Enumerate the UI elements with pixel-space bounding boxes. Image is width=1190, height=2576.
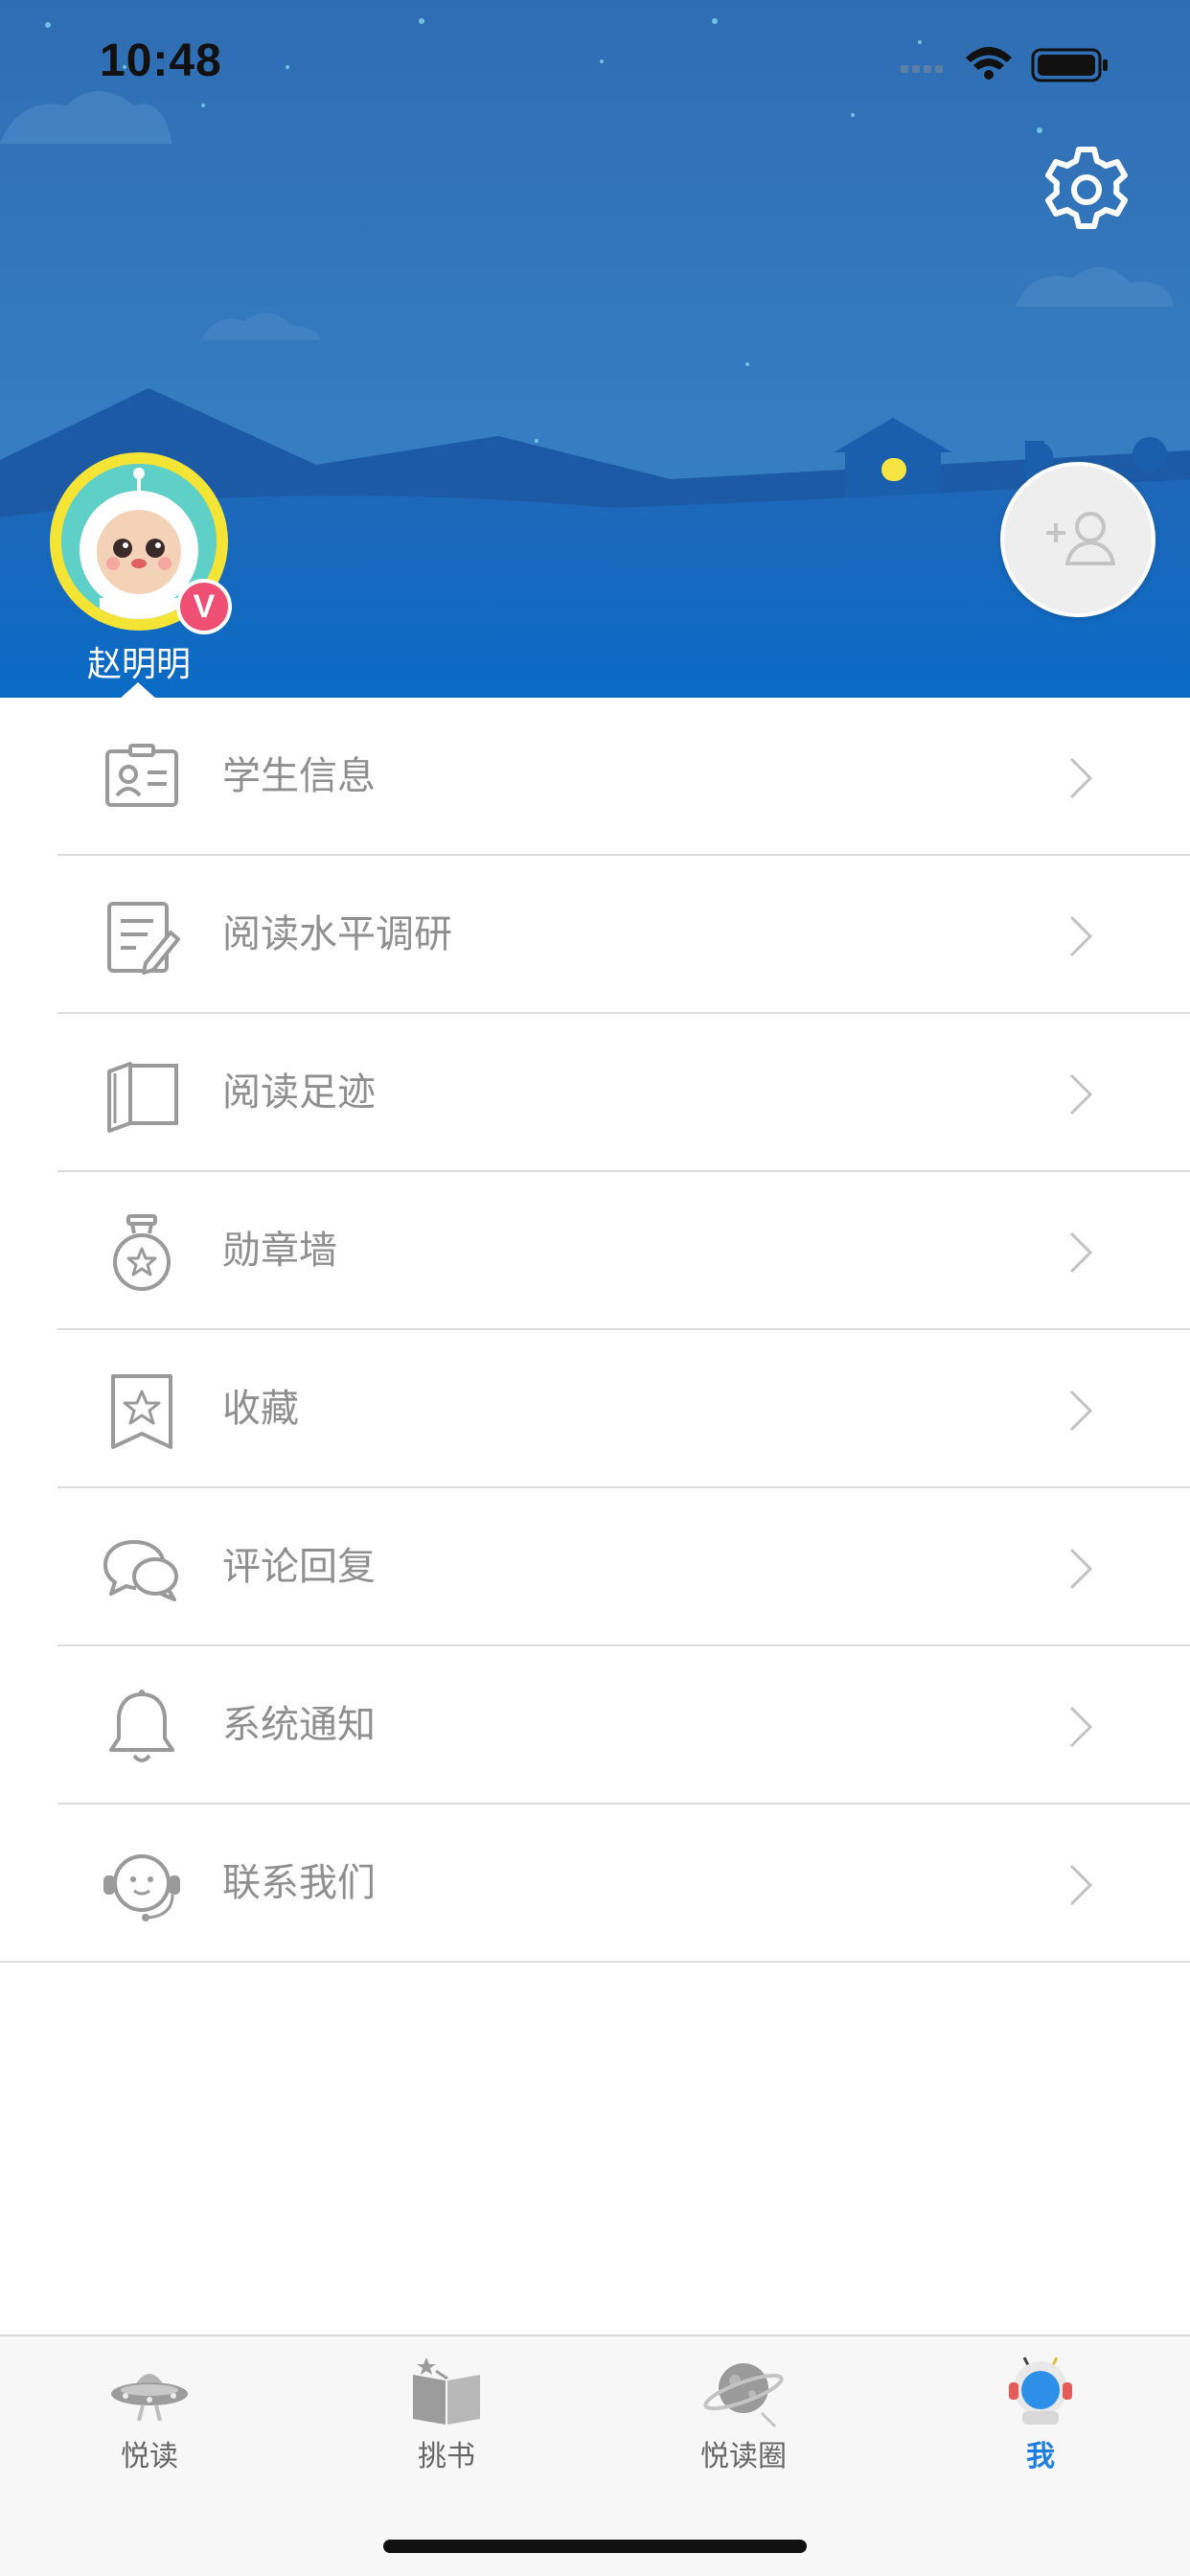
settings-gear-icon[interactable] xyxy=(1041,144,1133,236)
tab-yueduquan[interactable]: 悦读圈 xyxy=(667,2352,820,2474)
headset-icon xyxy=(103,1854,180,1921)
survey-edit-icon xyxy=(107,902,180,975)
menu-item-label: 学生信息 xyxy=(222,754,376,798)
chevron-right-icon xyxy=(1069,1548,1093,1590)
tab-label: 我 xyxy=(1026,2440,1055,2473)
menu-item-student-info[interactable]: 学生信息 xyxy=(0,698,1190,856)
cellular-signal-icon xyxy=(901,65,943,73)
tab-label: 挑书 xyxy=(418,2440,475,2473)
astronaut-icon xyxy=(1009,2357,1072,2425)
chat-bubbles-icon xyxy=(103,1540,178,1601)
menu-list: 学生信息 阅读水平调研 阅读足迹 勋章墙 收藏 评论回复 系统通知 联系我们 xyxy=(0,698,1190,1963)
menu-item-medal-wall[interactable]: 勋章墙 xyxy=(0,1172,1190,1330)
planet-icon xyxy=(703,2363,784,2428)
tab-me[interactable]: 我 xyxy=(964,2352,1117,2474)
tab-label: 悦读 xyxy=(121,2440,178,2473)
bookmark-star-icon xyxy=(111,1374,172,1449)
chevron-right-icon xyxy=(1069,1864,1093,1906)
menu-item-label: 阅读足迹 xyxy=(222,1070,376,1115)
chevron-right-icon xyxy=(1069,757,1093,799)
menu-item-label: 阅读水平调研 xyxy=(222,912,452,956)
wifi-icon xyxy=(966,47,1012,80)
chevron-right-icon xyxy=(1069,915,1093,957)
menu-item-reading-footprint[interactable]: 阅读足迹 xyxy=(0,1014,1190,1172)
home-indicator xyxy=(383,2540,807,2553)
add-user-icon xyxy=(1046,512,1115,565)
bell-icon xyxy=(109,1690,174,1762)
ufo-icon xyxy=(111,2374,188,2422)
book-pick-icon xyxy=(413,2358,480,2425)
chevron-right-icon xyxy=(1069,1390,1093,1432)
menu-item-label: 收藏 xyxy=(222,1387,299,1431)
menu-item-label: 勋章墙 xyxy=(222,1229,337,1273)
chevron-right-icon xyxy=(1069,1706,1093,1748)
tab-tiaoshu[interactable]: 挑书 xyxy=(370,2352,523,2474)
tab-label: 悦读圈 xyxy=(700,2440,787,2473)
tab-yuedu[interactable]: 悦读 xyxy=(73,2352,226,2474)
battery-icon xyxy=(1031,48,1108,82)
medal-icon xyxy=(113,1214,171,1291)
menu-item-label: 系统通知 xyxy=(222,1703,376,1747)
chevron-right-icon xyxy=(1069,1073,1093,1116)
menu-item-label: 评论回复 xyxy=(222,1545,376,1589)
status-indicators xyxy=(901,44,1131,82)
menu-item-system-notice[interactable]: 系统通知 xyxy=(0,1646,1190,1805)
menu-item-contact-us[interactable]: 联系我们 xyxy=(0,1805,1190,1963)
menu-item-label: 联系我们 xyxy=(222,1861,376,1905)
id-card-icon xyxy=(105,744,178,807)
chevron-right-icon xyxy=(1069,1231,1093,1274)
open-book-icon xyxy=(107,1062,178,1133)
status-time: 10:48 xyxy=(100,35,222,86)
menu-item-favorites[interactable]: 收藏 xyxy=(0,1330,1190,1488)
divider xyxy=(0,1961,1190,1963)
user-name[interactable]: 赵明明 xyxy=(57,636,220,686)
vip-badge: V xyxy=(176,579,232,634)
menu-item-comment-replies[interactable]: 评论回复 xyxy=(0,1488,1190,1646)
menu-item-reading-survey[interactable]: 阅读水平调研 xyxy=(0,856,1190,1014)
add-child-button[interactable] xyxy=(1000,462,1156,617)
